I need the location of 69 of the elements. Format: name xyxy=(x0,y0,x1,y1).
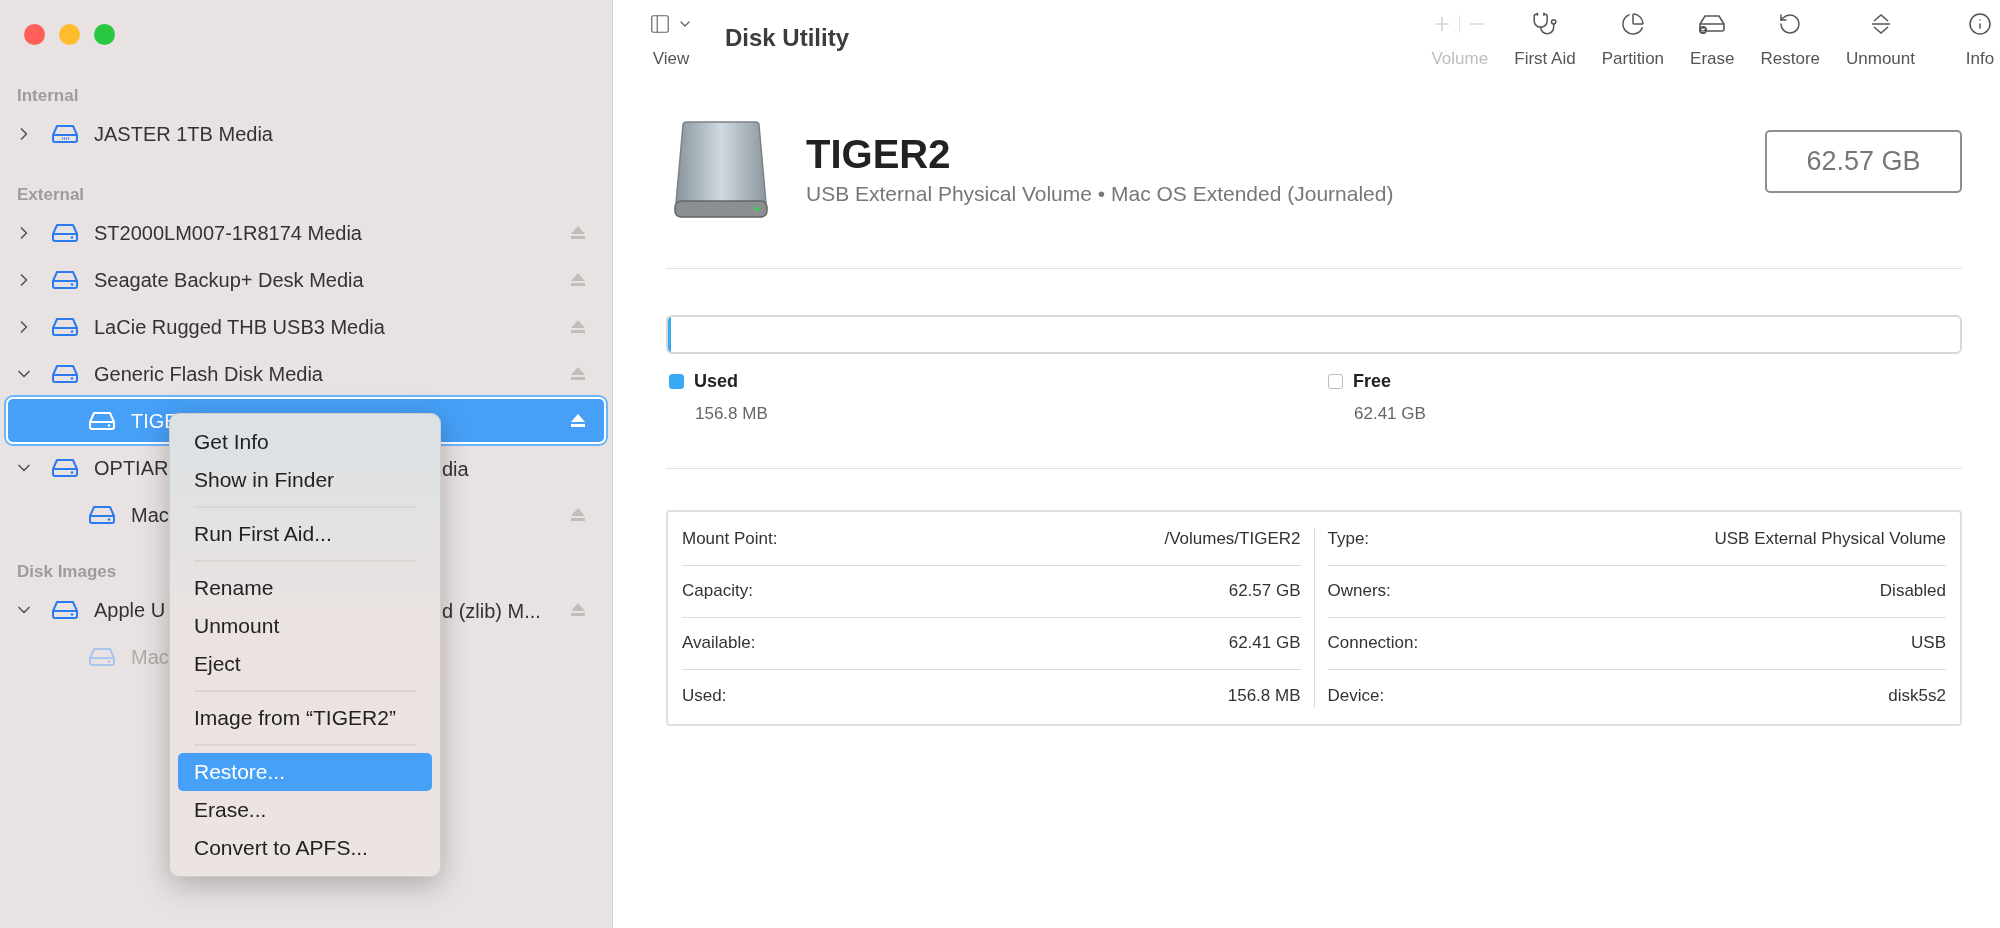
toolbar-button[interactable]: Unmount xyxy=(1835,10,1926,72)
view-button[interactable]: View xyxy=(649,10,693,72)
detail-value: /Volumes/TIGER2 xyxy=(1164,528,1301,551)
zoom-button[interactable] xyxy=(94,23,115,45)
section-header: Internal xyxy=(17,84,79,107)
menu-item[interactable]: Show in Finder xyxy=(178,461,432,499)
pie-chart-icon xyxy=(1620,12,1645,36)
legend-value: 62.41 GB xyxy=(1354,403,1427,425)
info-icon xyxy=(1968,12,1992,36)
detail-label: Connection: xyxy=(1327,632,1419,655)
disk-name[interactable]: JASTER 1TB Media xyxy=(94,118,273,149)
disk-name[interactable]: LaCie Rugged THB USB3 Media xyxy=(94,311,385,342)
toolbar-button[interactable]: Restore xyxy=(1749,10,1831,72)
toolbar-button[interactable]: Info xyxy=(1960,10,2000,72)
detail-value: 62.57 GB xyxy=(1228,580,1301,603)
disk-name[interactable]: OPTIAR xyxy=(94,452,169,483)
legend-value: 156.8 MB xyxy=(695,403,769,425)
eject-icon[interactable] xyxy=(570,413,586,428)
section-header: Disk Images xyxy=(17,560,117,583)
eject-icon[interactable] xyxy=(570,366,586,381)
disk-erase-icon xyxy=(1697,13,1728,35)
rotate-icon xyxy=(1778,12,1803,36)
legend-label: Free xyxy=(1353,369,1392,393)
detail-label: Capacity: xyxy=(682,580,753,603)
detail-value: USB xyxy=(1911,632,1946,655)
detail-label: Used: xyxy=(682,684,727,707)
close-button[interactable] xyxy=(24,23,45,45)
detail-value: disk5s2 xyxy=(1888,684,1946,707)
disk-name: dia xyxy=(442,457,469,482)
toolbar-button[interactable]: Erase xyxy=(1679,10,1746,72)
disk-name[interactable]: Apple U xyxy=(94,594,166,625)
menu-item[interactable]: Convert to APFS... xyxy=(178,829,432,867)
menu-item[interactable]: Get Info xyxy=(178,423,432,461)
detail-value: Disabled xyxy=(1879,580,1946,603)
eject-icon[interactable] xyxy=(570,225,586,240)
menu-item[interactable]: Unmount xyxy=(178,607,432,645)
disk-name[interactable]: Mac xyxy=(131,499,169,530)
detail-value: 62.41 GB xyxy=(1228,632,1301,655)
disk-name[interactable]: Generic Flash Disk Media xyxy=(94,358,323,389)
detail-label: Device: xyxy=(1327,684,1385,707)
detail-value: 156.8 MB xyxy=(1227,684,1301,707)
toolbar-button[interactable]: Partition xyxy=(1590,10,1676,72)
capacity-label: 62.57 GB xyxy=(1765,129,1962,193)
eject-icon[interactable] xyxy=(570,602,586,617)
menu-item[interactable]: Erase... xyxy=(178,791,432,829)
detail-label: Type: xyxy=(1327,528,1370,551)
volume-description: USB External Physical Volume • Mac OS Extended (Journaled) xyxy=(806,180,1394,207)
menu-item[interactable]: Image from “TIGER2” xyxy=(178,699,432,737)
sidebar-icon xyxy=(649,13,671,35)
menu-item[interactable]: Run First Aid... xyxy=(178,515,432,553)
section-header: External xyxy=(17,183,85,206)
detail-value: USB External Physical Volume xyxy=(1714,528,1946,551)
detail-label: Available: xyxy=(682,632,756,655)
window-title: Disk Utility xyxy=(725,23,850,53)
detail-label: Mount Point: xyxy=(682,528,778,551)
detail-label: Owners: xyxy=(1327,580,1391,603)
disk-name[interactable]: Seagate Backup+ Desk Media xyxy=(94,264,364,295)
disk-name[interactable]: ST2000LM007-1R8174 Media xyxy=(94,217,362,248)
stethoscope-icon xyxy=(1532,11,1558,37)
volume-name: TIGER2 xyxy=(806,130,952,177)
eject-icon[interactable] xyxy=(570,319,586,334)
menu-item[interactable]: Rename xyxy=(178,569,432,607)
eject-icon[interactable] xyxy=(570,507,586,522)
menu-item[interactable]: Eject xyxy=(178,645,432,683)
minimize-button[interactable] xyxy=(59,23,80,45)
eject-icon[interactable] xyxy=(570,272,586,287)
legend-label: Used xyxy=(694,369,738,393)
toolbar-button[interactable]: First Aid xyxy=(1503,10,1587,72)
disk-name: d (zlib) M... xyxy=(442,599,541,624)
